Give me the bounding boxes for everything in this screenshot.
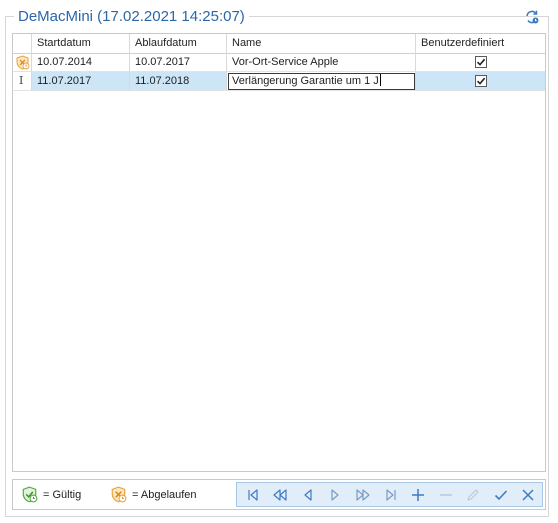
custom-checkbox[interactable] <box>475 75 487 87</box>
edit-icon <box>467 488 479 501</box>
legend-valid-label: = Gültig <box>43 488 82 501</box>
cell-name-editor[interactable]: Verlängerung Garantie um 1 J <box>227 72 416 91</box>
column-header-name[interactable]: Name <box>227 34 416 53</box>
row-indicator <box>13 53 32 72</box>
table-row[interactable]: I 11.07.2017 11.07.2018 Verlängerung Gar… <box>13 72 545 91</box>
last-icon <box>385 488 396 501</box>
checkmark-icon <box>476 58 486 66</box>
cell-name-value: Verlängerung Garantie um 1 J <box>232 75 379 87</box>
previous-record-button[interactable] <box>294 483 322 506</box>
legend-valid: = Gültig <box>21 480 81 509</box>
column-header-startdatum[interactable]: Startdatum <box>32 34 130 53</box>
delete-icon <box>439 493 452 496</box>
table-row[interactable]: 10.07.2014 10.07.2017 Vor-Ort-Service Ap… <box>13 53 545 72</box>
next-page-button[interactable] <box>349 483 377 506</box>
refresh-icon <box>526 10 539 24</box>
last-record-button[interactable] <box>377 483 405 506</box>
prev-page-icon <box>273 488 287 501</box>
next-icon <box>331 488 340 501</box>
warranty-grid: Startdatum Ablaufdatum Name Benutzerdefi… <box>12 33 546 472</box>
append-record-button[interactable] <box>404 483 432 506</box>
cell-name[interactable]: Vor-Ort-Service Apple <box>227 53 416 72</box>
valid-shield-icon <box>22 486 38 503</box>
next-record-button[interactable] <box>322 483 350 506</box>
prev-icon <box>304 488 312 501</box>
cell-startdatum[interactable]: 10.07.2014 <box>32 53 130 72</box>
append-icon <box>412 488 425 501</box>
legend-expired-label: = Abgelaufen <box>132 488 197 501</box>
grid-header: Startdatum Ablaufdatum Name Benutzerdefi… <box>13 34 545 54</box>
edit-record-button[interactable] <box>459 483 487 506</box>
previous-page-button[interactable] <box>267 483 295 506</box>
end-edit-icon <box>494 489 507 500</box>
cell-benutzerdefiniert[interactable] <box>416 53 545 72</box>
delete-record-button[interactable] <box>432 483 460 506</box>
expired-shield-icon <box>16 55 30 70</box>
legend-expired: = Abgelaufen <box>110 480 197 509</box>
refresh-button[interactable] <box>522 7 542 27</box>
header-indicator <box>13 34 32 53</box>
cell-startdatum[interactable]: 11.07.2017 <box>32 72 130 91</box>
text-cursor-icon: I <box>19 74 24 87</box>
text-caret <box>379 74 381 86</box>
first-icon <box>248 488 258 501</box>
group-title: DeMacMini (17.02.2021 14:25:07) <box>14 8 249 26</box>
cancel-edit-icon <box>522 488 534 501</box>
row-indicator: I <box>13 72 32 91</box>
record-navigator <box>236 482 543 507</box>
cell-benutzerdefiniert[interactable] <box>416 72 545 91</box>
first-record-button[interactable] <box>239 483 267 506</box>
cell-ablaufdatum[interactable]: 11.07.2018 <box>130 72 227 91</box>
cell-ablaufdatum[interactable]: 10.07.2017 <box>130 53 227 72</box>
column-header-ablaufdatum[interactable]: Ablaufdatum <box>130 34 227 53</box>
end-edit-button[interactable] <box>487 483 515 506</box>
checkmark-icon <box>476 77 486 85</box>
column-header-benutzerdefiniert[interactable]: Benutzerdefiniert <box>416 34 545 53</box>
expired-shield-icon <box>111 486 127 503</box>
grid-footer: = Gültig = Abgelaufen <box>12 479 546 510</box>
next-page-icon <box>356 488 370 501</box>
custom-checkbox[interactable] <box>475 56 487 68</box>
cancel-edit-button[interactable] <box>514 483 542 506</box>
